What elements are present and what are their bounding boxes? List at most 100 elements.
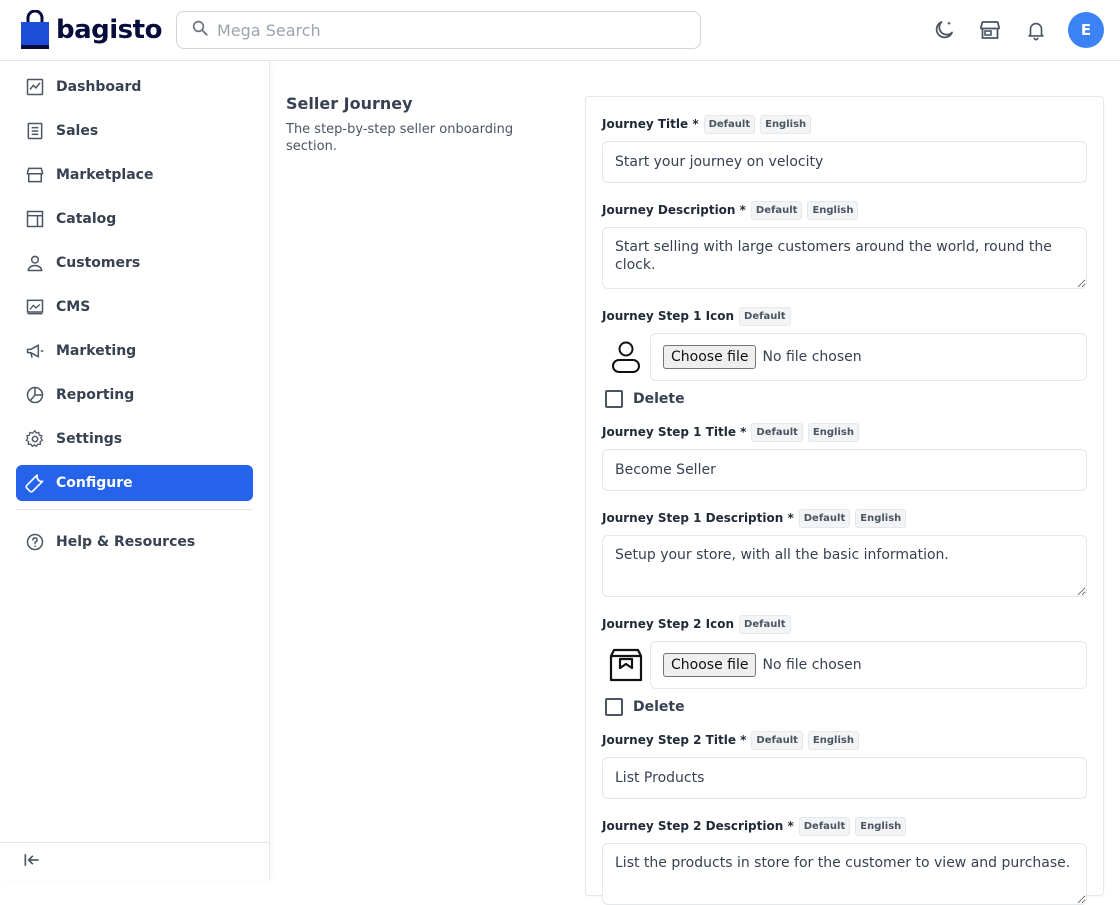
sidebar-item-label: Marketing xyxy=(56,343,137,359)
default-badge: Default xyxy=(798,816,851,836)
gear-icon xyxy=(24,428,46,450)
default-badge: Default xyxy=(739,306,791,326)
sidebar-item-sales[interactable]: Sales xyxy=(16,113,253,149)
wrench-icon xyxy=(24,472,46,494)
field-label: Journey Description * xyxy=(602,203,746,217)
english-badge: English xyxy=(807,200,859,220)
step1-title-input[interactable]: Become Seller xyxy=(602,449,1087,491)
default-badge: Default xyxy=(798,508,851,528)
catalog-icon xyxy=(24,208,46,230)
help-icon xyxy=(24,531,46,553)
pie-chart-icon xyxy=(24,384,46,406)
user-avatar[interactable]: E xyxy=(1068,12,1104,48)
field-label: Journey Step 1 Title * xyxy=(602,425,747,439)
sidebar-item-cms[interactable]: CMS xyxy=(16,289,253,325)
english-badge: English xyxy=(807,422,859,442)
bell-icon[interactable] xyxy=(1018,12,1054,48)
english-badge: English xyxy=(807,730,859,750)
section-description: The step-by-step seller onboarding secti… xyxy=(286,122,514,154)
search-input[interactable] xyxy=(217,20,677,40)
file-status: No file chosen xyxy=(762,349,862,365)
user-icon xyxy=(24,252,46,274)
store-icon xyxy=(24,164,46,186)
shopping-bag-icon xyxy=(20,9,50,50)
cms-icon xyxy=(24,296,46,318)
bagisto-logo[interactable]: bagisto xyxy=(20,9,162,50)
step2-file-input[interactable]: Choose file No file chosen xyxy=(650,641,1087,689)
default-badge: Default xyxy=(750,200,803,220)
journey-title-field: Journey Title * Default English Start yo… xyxy=(602,113,1087,183)
section-title: Seller Journey xyxy=(286,94,413,113)
moon-icon[interactable] xyxy=(926,12,962,48)
field-label: Journey Step 1 Description * xyxy=(602,511,794,525)
sidebar-item-help[interactable]: Help & Resources xyxy=(16,524,253,560)
step1-delete-row: Delete xyxy=(602,389,1087,409)
sidebar-item-marketing[interactable]: Marketing xyxy=(16,333,253,369)
journey-description-textarea[interactable]: Start selling with large customers aroun… xyxy=(602,227,1087,289)
sidebar-item-label: CMS xyxy=(56,299,91,315)
collapse-sidebar-button[interactable] xyxy=(0,842,269,880)
default-badge: Default xyxy=(751,422,803,442)
collapse-left-icon xyxy=(22,850,42,874)
english-badge: English xyxy=(855,508,907,528)
sidebar-item-marketplace[interactable]: Marketplace xyxy=(16,157,253,193)
default-badge: Default xyxy=(739,614,791,634)
sidebar-item-label: Settings xyxy=(56,431,123,447)
search-icon xyxy=(191,19,209,41)
field-label: Journey Title * xyxy=(602,117,699,131)
step2-title-field: Journey Step 2 Title * Default English L… xyxy=(602,729,1087,799)
sidebar-item-label: Customers xyxy=(56,255,141,271)
delete-label: Delete xyxy=(633,699,685,715)
sidebar-item-configure[interactable]: Configure xyxy=(16,465,253,501)
top-header: bagisto E xyxy=(0,0,1120,61)
sidebar-item-label: Help & Resources xyxy=(56,534,196,550)
sidebar-item-catalog[interactable]: Catalog xyxy=(16,201,253,237)
sidebar-item-reporting[interactable]: Reporting xyxy=(16,377,253,413)
sidebar-item-dashboard[interactable]: Dashboard xyxy=(16,69,253,105)
delete-label: Delete xyxy=(633,391,685,407)
journey-title-input[interactable]: Start your journey on velocity xyxy=(602,141,1087,183)
sidebar-divider xyxy=(16,509,253,510)
mega-search[interactable] xyxy=(176,11,701,49)
choose-file-button[interactable]: Choose file xyxy=(663,345,757,369)
brand-name: bagisto xyxy=(56,15,162,45)
sidebar-item-settings[interactable]: Settings xyxy=(16,421,253,457)
megaphone-icon xyxy=(24,340,46,362)
store-icon[interactable] xyxy=(972,12,1008,48)
step1-icon-field: Journey Step 1 Icon Default Choose file … xyxy=(602,305,1087,409)
sidebar-item-label: Sales xyxy=(56,123,99,139)
step2-icon-field: Journey Step 2 Icon Default Choose file … xyxy=(602,613,1087,717)
section-info: Seller Journey The step-by-step seller o… xyxy=(286,94,546,155)
english-badge: English xyxy=(855,816,907,836)
dashboard-icon xyxy=(24,76,46,98)
sidebar-item-label: Reporting xyxy=(56,387,135,403)
delete-checkbox[interactable] xyxy=(605,390,623,408)
receipt-icon xyxy=(24,120,46,142)
sidebar: Dashboard Sales Marketplace Catalog Cust… xyxy=(0,61,270,880)
user-icon xyxy=(602,333,650,381)
field-label: Journey Step 1 Icon xyxy=(602,309,735,323)
default-badge: Default xyxy=(703,114,756,134)
step1-description-textarea[interactable]: Setup your store, with all the basic inf… xyxy=(602,535,1087,597)
sidebar-item-label: Catalog xyxy=(56,211,117,227)
field-label: Journey Step 2 Title * xyxy=(602,733,747,747)
english-badge: English xyxy=(760,114,812,134)
step2-title-input[interactable]: List Products xyxy=(602,757,1087,799)
field-label: Journey Step 2 Icon xyxy=(602,617,735,631)
step1-title-field: Journey Step 1 Title * Default English B… xyxy=(602,421,1087,491)
choose-file-button[interactable]: Choose file xyxy=(663,653,757,677)
step1-file-input[interactable]: Choose file No file chosen xyxy=(650,333,1087,381)
seller-journey-panel: Journey Title * Default English Start yo… xyxy=(585,96,1104,905)
step2-delete-row: Delete xyxy=(602,697,1087,717)
sidebar-item-customers[interactable]: Customers xyxy=(16,245,253,281)
step2-description-textarea[interactable]: List the products in store for the custo… xyxy=(602,843,1087,905)
step2-description-field: Journey Step 2 Description * Default Eng… xyxy=(602,815,1087,905)
default-badge: Default xyxy=(751,730,803,750)
sidebar-item-label: Configure xyxy=(56,475,133,491)
file-status: No file chosen xyxy=(762,657,862,673)
step1-description-field: Journey Step 1 Description * Default Eng… xyxy=(602,507,1087,597)
store-box-icon xyxy=(602,641,650,689)
field-label: Journey Step 2 Description * xyxy=(602,819,794,833)
delete-checkbox[interactable] xyxy=(605,698,623,716)
sidebar-item-label: Marketplace xyxy=(56,167,154,183)
